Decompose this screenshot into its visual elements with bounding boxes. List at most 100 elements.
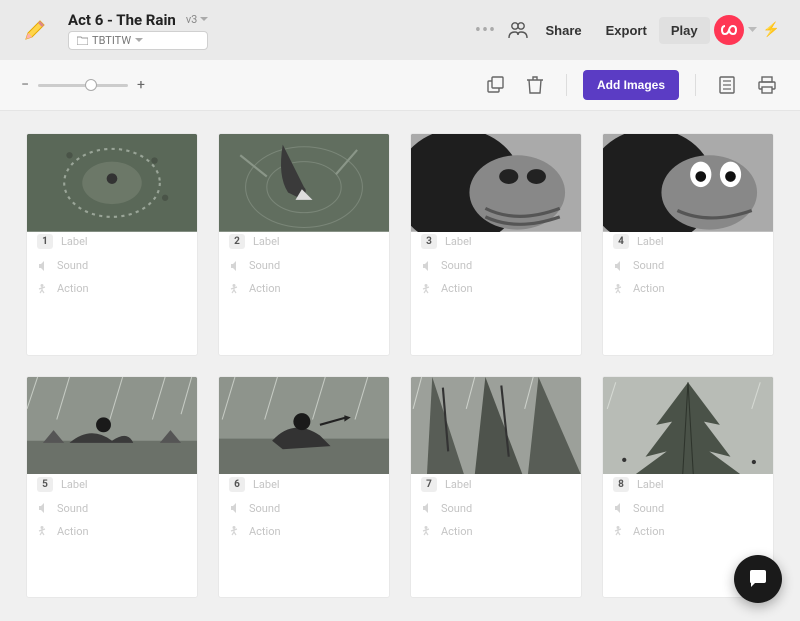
sound-icon [229,502,241,514]
frame-meta: 2 Label Sound Action [219,226,389,303]
sound-field[interactable]: Sound [421,259,571,272]
action-icon [613,283,625,295]
divider [566,74,567,96]
app-logo[interactable] [14,9,56,51]
play-button[interactable]: Play [659,17,710,44]
frame-meta: 3 Label Sound Action [411,226,581,303]
action-field[interactable]: Action [421,525,571,538]
frame-meta: 5 Label Sound Action [27,469,197,546]
storyboard-frame[interactable]: 2 Label Sound Action [218,133,390,356]
frame-number: 1 [37,234,53,249]
frame-thumbnail[interactable] [411,134,581,226]
frame-meta: 4 Label Sound Action [603,226,773,303]
zoom-slider-thumb[interactable] [85,79,97,91]
print-button[interactable] [752,70,782,100]
more-menu[interactable]: ••• [470,14,502,46]
people-icon [507,21,529,39]
label-field[interactable]: 2 Label [229,234,379,249]
storyboard-frame[interactable]: 1 Label Sound Action [26,133,198,356]
action-icon [421,283,433,295]
action-field[interactable]: Action [229,525,379,538]
printer-icon [757,76,777,94]
delete-button[interactable] [520,70,550,100]
label-field[interactable]: 7 Label [421,477,571,492]
label-field[interactable]: 4 Label [613,234,763,249]
sound-field[interactable]: Sound [37,502,187,515]
frame-thumbnail[interactable] [411,377,581,469]
zoom-slider[interactable] [38,84,128,87]
action-field[interactable]: Action [37,282,187,295]
divider [695,74,696,96]
storyboard-grid: 1 Label Sound Action 2 Label Sound [0,111,800,620]
sound-icon [421,260,433,272]
toolbar: − + Add Images [0,60,800,111]
frame-thumbnail[interactable] [219,377,389,469]
brand-badge[interactable] [714,15,744,45]
action-icon [229,525,241,537]
chat-button[interactable] [734,555,782,603]
sound-field[interactable]: Sound [229,259,379,272]
sound-icon [37,260,49,272]
trash-icon [526,75,544,95]
sound-field[interactable]: Sound [37,259,187,272]
folder-dropdown[interactable]: TBTITW [68,31,208,50]
frame-meta: 6 Label Sound Action [219,469,389,546]
add-images-button[interactable]: Add Images [583,70,679,100]
chevron-down-icon [200,17,208,22]
label-field[interactable]: 6 Label [229,477,379,492]
sound-field[interactable]: Sound [613,259,763,272]
app-header: Act 6 - The Rain v3 TBTITW ••• Share Exp… [0,0,800,60]
document-icon [718,75,736,95]
storyboard-frame[interactable]: 3 Label Sound Action [410,133,582,356]
action-field[interactable]: Action [613,282,763,295]
label-field[interactable]: 1 Label [37,234,187,249]
action-icon [421,525,433,537]
duplicate-button[interactable] [480,70,510,100]
storyboard-frame[interactable]: 4 Label Sound Action [602,133,774,356]
frame-thumbnail[interactable] [603,134,773,226]
action-field[interactable]: Action [37,525,187,538]
sound-field[interactable]: Sound [421,502,571,515]
sound-field[interactable]: Sound [229,502,379,515]
frame-number: 4 [613,234,629,249]
frame-thumbnail[interactable] [27,134,197,226]
zoom-control: − + [18,77,148,93]
frame-meta: 8 Label Sound Action [603,469,773,546]
share-button[interactable]: Share [534,17,594,44]
script-view-button[interactable] [712,70,742,100]
storyboard-frame[interactable]: 5 Label Sound Action [26,376,198,599]
action-field[interactable]: Action [229,282,379,295]
frame-number: 2 [229,234,245,249]
frame-number: 8 [613,477,629,492]
sound-icon [37,502,49,514]
pencil-icon [20,15,50,45]
storyboard-frame[interactable]: 7 Label Sound Action [410,376,582,599]
infinity-icon [721,24,737,36]
frame-thumbnail[interactable] [27,377,197,469]
zoom-in-button[interactable]: + [134,77,148,93]
frame-number: 5 [37,477,53,492]
action-icon [613,525,625,537]
ellipsis-icon: ••• [475,20,496,41]
label-field[interactable]: 5 Label [37,477,187,492]
version-dropdown[interactable]: v3 [186,13,209,26]
action-field[interactable]: Action [613,525,763,538]
zoom-out-button[interactable]: − [18,77,32,93]
export-button[interactable]: Export [594,17,659,44]
action-field[interactable]: Action [421,282,571,295]
label-field[interactable]: 3 Label [421,234,571,249]
frame-number: 7 [421,477,437,492]
action-icon [37,525,49,537]
sound-icon [421,502,433,514]
collaborators-button[interactable] [502,14,534,46]
sound-field[interactable]: Sound [613,502,763,515]
frame-meta: 7 Label Sound Action [411,469,581,546]
action-icon [37,283,49,295]
bolt-icon[interactable]: ⚡ [757,22,786,38]
storyboard-frame[interactable]: 6 Label Sound Action [218,376,390,599]
label-field[interactable]: 8 Label [613,477,763,492]
copy-icon [485,75,505,95]
frame-thumbnail[interactable] [603,377,773,469]
chevron-down-icon[interactable] [748,27,757,33]
frame-thumbnail[interactable] [219,134,389,226]
